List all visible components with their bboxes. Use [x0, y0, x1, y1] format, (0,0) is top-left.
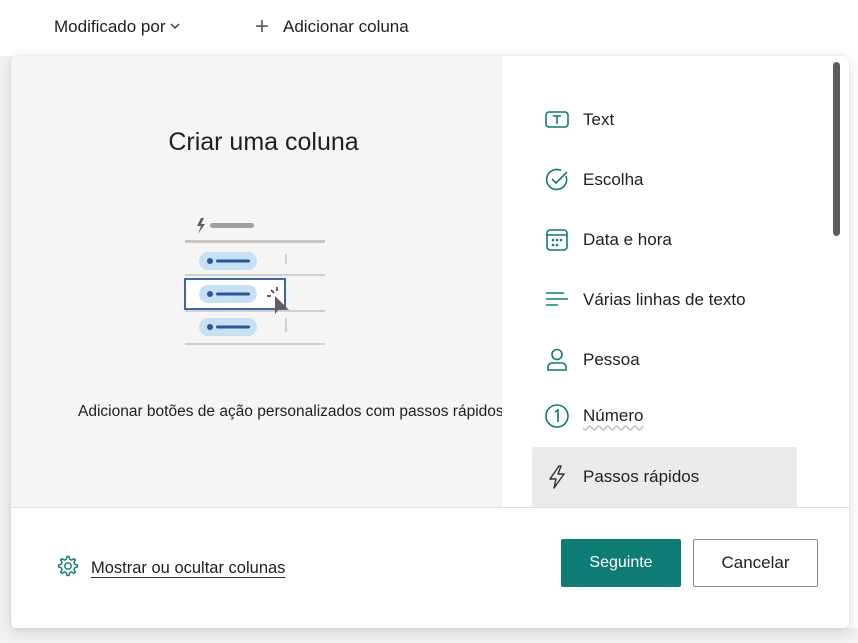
chevron-down-icon — [170, 21, 180, 34]
column-type-label: Número — [583, 406, 644, 425]
quick-steps-illustration — [181, 214, 331, 354]
next-button[interactable]: Seguinte — [561, 539, 681, 587]
column-type-label: Escolha — [583, 170, 644, 189]
quick-steps-description: Adicionar botões de ação personalizados … — [78, 403, 504, 420]
multiline-text-icon — [544, 287, 570, 313]
cancel-button[interactable]: Cancelar — [693, 539, 818, 587]
calendar-icon — [544, 227, 570, 253]
scrollbar-thumb[interactable] — [833, 62, 840, 236]
text-icon — [544, 107, 570, 133]
column-type-label: Passos rápidos — [583, 467, 700, 486]
add-column-label: Adicionar coluna — [283, 17, 409, 36]
list-background-bottom — [0, 628, 858, 643]
column-type-text[interactable]: Text — [532, 92, 797, 148]
plus-icon: + — [255, 13, 270, 40]
add-column-button[interactable]: + Adicionar coluna — [255, 15, 409, 39]
create-column-dialog: Criar uma coluna Adicionar botões de açã… — [11, 56, 849, 628]
modified-by-column-header[interactable]: Modificado por — [54, 17, 180, 37]
column-type-person[interactable]: Pessoa — [532, 332, 797, 388]
column-type-quick-steps[interactable]: Passos rápidos — [532, 447, 797, 507]
column-type-label: Text — [583, 110, 615, 129]
person-icon — [544, 347, 570, 373]
column-type-label: Data e hora — [583, 230, 672, 249]
column-type-number[interactable]: Número — [532, 388, 797, 444]
lightning-icon — [544, 464, 570, 490]
show-hide-columns-link[interactable]: Mostrar ou ocultar colunas — [55, 554, 285, 583]
number-icon — [544, 403, 570, 429]
column-type-multiline-text[interactable]: Várias linhas de texto — [532, 272, 797, 328]
show-hide-columns-label: Mostrar ou ocultar colunas — [91, 559, 286, 577]
column-type-label: Várias linhas de texto — [583, 290, 746, 309]
column-type-date-time[interactable]: Data e hora — [532, 212, 797, 268]
dialog-title: Criar uma coluna — [168, 128, 359, 156]
column-type-choice[interactable]: Escolha — [532, 152, 797, 208]
preview-pane: Criar uma coluna Adicionar botões de açã… — [11, 56, 504, 507]
gear-icon — [55, 554, 79, 583]
column-type-label: Pessoa — [583, 350, 640, 369]
choice-check-icon — [544, 167, 570, 193]
list-header: Modificado por + Adicionar coluna — [0, 0, 858, 56]
column-type-list: Text Escolha Data e hora Várias linhas d… — [502, 56, 849, 507]
modified-by-label: Modificado por — [54, 17, 166, 36]
dialog-footer: Mostrar ou ocultar colunas Seguinte Canc… — [11, 507, 849, 628]
